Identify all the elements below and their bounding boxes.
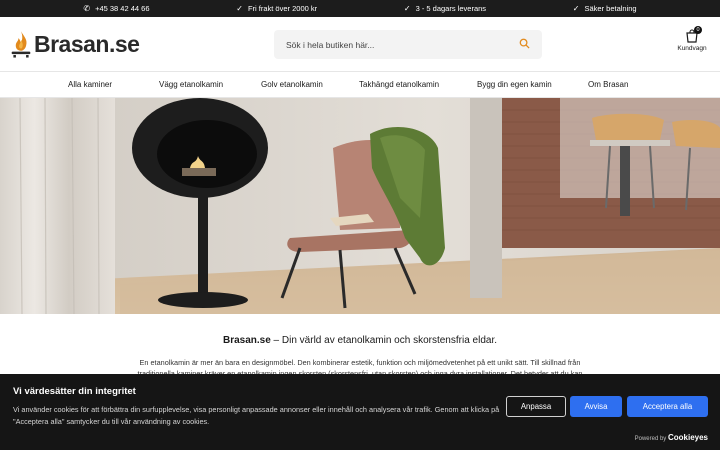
- powered-prefix: Powered by: [634, 436, 667, 442]
- logo-text: Brasan.se: [34, 30, 140, 57]
- shipping-text: Fri frakt över 2000 kr: [247, 4, 318, 13]
- cart-button[interactable]: 0 Kundvagn: [674, 26, 710, 52]
- customize-cookies-button[interactable]: Anpassa: [506, 396, 566, 417]
- nav-item-om-brasan[interactable]: Om Brasan: [588, 80, 628, 89]
- headline-brand: Brasan.se: [222, 335, 271, 346]
- check-icon: ✓: [403, 4, 411, 13]
- shipping-info: ✓ Fri frakt över 2000 kr: [236, 4, 317, 13]
- cookie-title: Vi värdesätter din integritet: [13, 386, 136, 397]
- top-info-bar: ✆ +45 38 42 44 66 ✓ Fri frakt över 2000 …: [0, 0, 720, 17]
- phone-number: +45 38 42 44 66: [95, 4, 150, 13]
- cart-label: Kundvagn: [677, 45, 707, 52]
- reject-cookies-button[interactable]: Avvisa: [570, 396, 622, 417]
- hero-image: [0, 98, 720, 314]
- site-header: Brasan.se 0 Kundvagn: [0, 17, 720, 71]
- headline-rest: – Din värld av etanolkamin och skorstens…: [270, 335, 498, 346]
- phone-icon: ✆: [83, 4, 91, 13]
- check-icon: ✓: [572, 4, 580, 13]
- nav-item-alla-kaminer[interactable]: Alla kaminer: [68, 80, 112, 89]
- delivery-info: ✓ 3 - 5 dagars leverans: [404, 4, 486, 13]
- intro-headline: Brasan.se – Din värld av etanolkamin och…: [0, 335, 720, 346]
- cookie-text: Vi använder cookies för att förbättra di…: [13, 405, 500, 426]
- check-icon: ✓: [236, 4, 243, 13]
- nav-item-vagg-etanolkamin[interactable]: Vägg etanolkamin: [159, 80, 223, 89]
- cookieyes-logo: Cookieyes: [667, 433, 708, 442]
- main-nav: Alla kaminer Vägg etanolkamin Golv etano…: [0, 71, 720, 98]
- shopping-bag-icon: 0: [685, 26, 702, 43]
- nav-item-bygg-din-egen-kamin[interactable]: Bygg din egen kamin: [477, 80, 552, 89]
- accept-all-cookies-button[interactable]: Acceptera alla: [627, 396, 708, 417]
- search-icon[interactable]: [519, 38, 530, 52]
- site-logo[interactable]: Brasan.se: [10, 27, 140, 61]
- phone-info[interactable]: ✆ +45 38 42 44 66: [83, 4, 149, 13]
- flame-logo-icon: [11, 31, 31, 58]
- nav-item-takhangd-etanolkamin[interactable]: Takhängd etanolkamin: [359, 80, 439, 89]
- payment-text: Säker betalning: [584, 4, 637, 13]
- delivery-text: 3 - 5 dagars leverans: [415, 4, 487, 13]
- nav-item-golv-etanolkamin[interactable]: Golv etanolkamin: [261, 80, 323, 89]
- search-input[interactable]: [286, 39, 519, 50]
- intro-section: Brasan.se – Din värld av etanolkamin och…: [0, 335, 720, 379]
- search-box[interactable]: [274, 30, 542, 59]
- cookie-consent-banner: Vi värdesätter din integritet Vi använde…: [0, 374, 720, 450]
- cart-count-badge: 0: [694, 26, 702, 34]
- powered-by-cookieyes[interactable]: Powered by Cookieyes: [635, 433, 708, 442]
- payment-info: ✓ Säker betalning: [573, 4, 637, 13]
- hero-illustration: [0, 98, 720, 314]
